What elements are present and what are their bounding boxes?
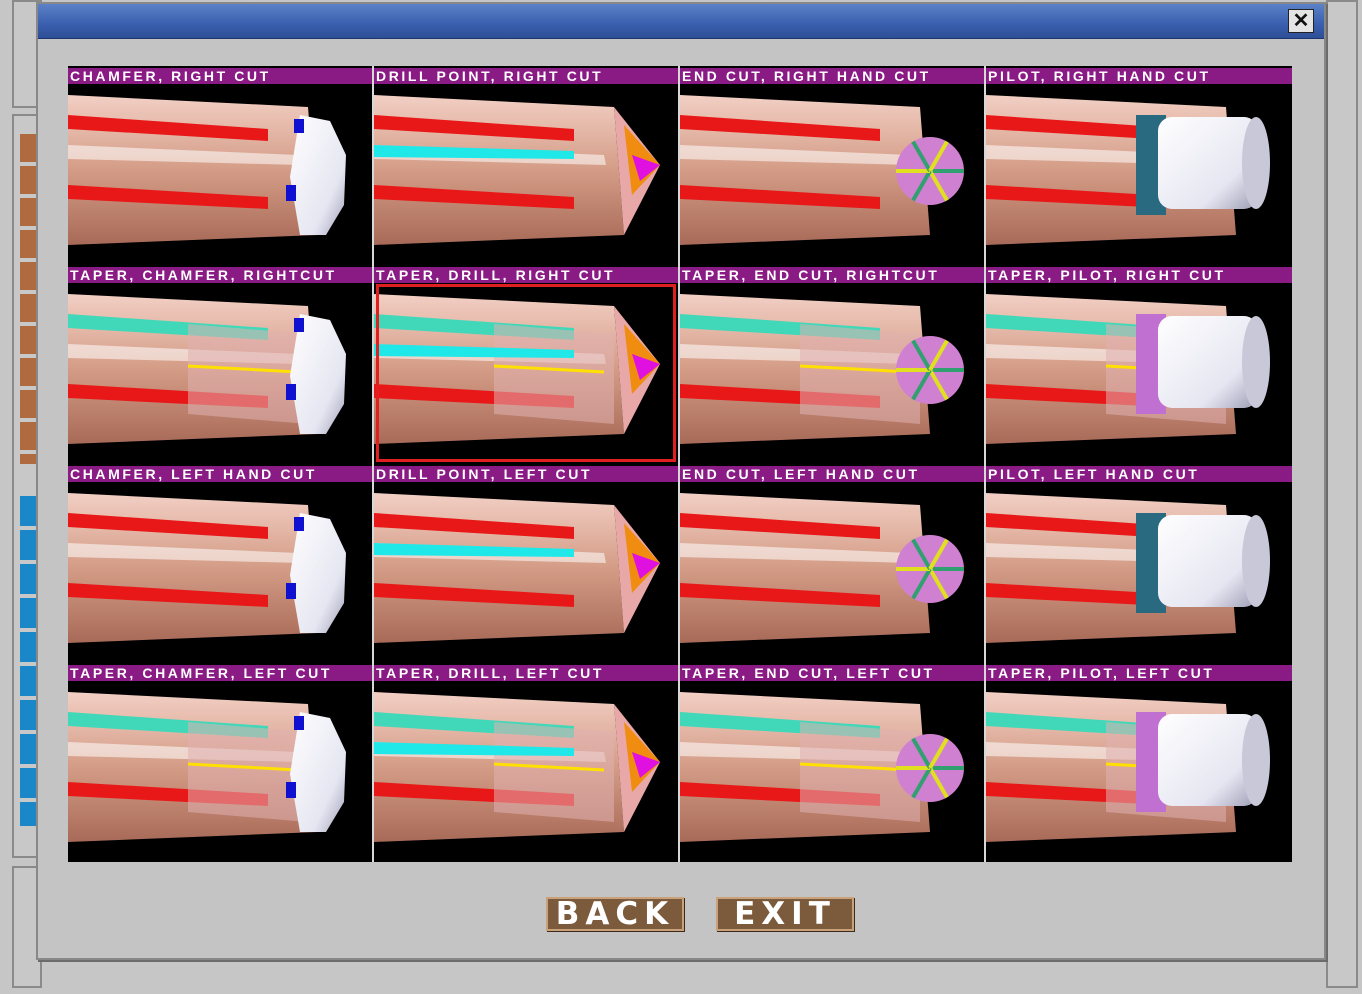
tool-render-image [986, 294, 1270, 444]
tool-render-image [68, 493, 346, 643]
background-orange-list [20, 134, 36, 464]
back-button[interactable]: BACK [546, 897, 684, 931]
tool-option-label: DRILL POINT, RIGHT CUT [374, 68, 678, 84]
tool-option-drill[interactable]: DRILL POINT, LEFT CUT [374, 464, 680, 663]
tool-option-endcut-taper[interactable]: TAPER, END CUT, LEFT CUT [680, 663, 986, 862]
tool-option-label: PILOT, RIGHT HAND CUT [986, 68, 1292, 84]
tool-option-label: DRILL POINT, LEFT CUT [374, 466, 678, 482]
tool-option-chamfer[interactable]: CHAMFER, LEFT HAND CUT [68, 464, 374, 663]
tool-option-label: END CUT, LEFT HAND CUT [680, 466, 984, 482]
exit-button[interactable]: EXIT [716, 897, 854, 931]
tool-render-image [68, 95, 346, 245]
close-icon: ✕ [1292, 10, 1310, 32]
tool-option-label: TAPER, CHAMFER, LEFT CUT [68, 665, 372, 681]
tool-render-image [374, 692, 660, 842]
tool-selection-dialog: ✕ CHAMFER, RIGHT CUT DRILL POINT, RIGHT … [36, 2, 1326, 960]
tool-render-image [68, 294, 346, 444]
tool-option-label: TAPER, DRILL, RIGHT CUT [374, 267, 678, 283]
background-window-right [1326, 0, 1358, 988]
tool-render-image [68, 692, 346, 842]
tool-render-image [986, 692, 1270, 842]
tool-option-label: TAPER, CHAMFER, RIGHTCUT [68, 267, 372, 283]
tool-option-label: END CUT, RIGHT HAND CUT [680, 68, 984, 84]
tool-render-image [680, 294, 964, 444]
tool-render-image [680, 692, 964, 842]
tool-option-pilot[interactable]: PILOT, RIGHT HAND CUT [986, 66, 1292, 265]
tool-render-image [374, 95, 660, 245]
tool-render-image [374, 493, 660, 643]
background-blue-list [20, 496, 36, 826]
tool-option-endcut[interactable]: END CUT, RIGHT HAND CUT [680, 66, 986, 265]
tool-option-label: CHAMFER, LEFT HAND CUT [68, 466, 372, 482]
close-button[interactable]: ✕ [1288, 9, 1314, 33]
tool-option-label: CHAMFER, RIGHT CUT [68, 68, 372, 84]
dialog-titlebar: ✕ [38, 4, 1324, 39]
tool-render-image [374, 294, 660, 444]
tool-render-image [986, 95, 1270, 245]
tool-option-label: TAPER, PILOT, LEFT CUT [986, 665, 1292, 681]
tool-option-endcut-taper[interactable]: TAPER, END CUT, RIGHTCUT [680, 265, 986, 464]
tool-option-label: PILOT, LEFT HAND CUT [986, 466, 1292, 482]
tool-render-image [680, 493, 964, 643]
tool-option-chamfer-taper[interactable]: TAPER, CHAMFER, LEFT CUT [68, 663, 374, 862]
tool-render-image [680, 95, 964, 245]
tool-option-chamfer-taper[interactable]: TAPER, CHAMFER, RIGHTCUT [68, 265, 374, 464]
tool-option-drill-taper[interactable]: TAPER, DRILL, LEFT CUT [374, 663, 680, 862]
tool-option-drill-taper[interactable]: TAPER, DRILL, RIGHT CUT [374, 265, 680, 464]
tool-option-label: TAPER, PILOT, RIGHT CUT [986, 267, 1292, 283]
tool-option-endcut[interactable]: END CUT, LEFT HAND CUT [680, 464, 986, 663]
tool-option-pilot-taper[interactable]: TAPER, PILOT, LEFT CUT [986, 663, 1292, 862]
tool-option-chamfer[interactable]: CHAMFER, RIGHT CUT [68, 66, 374, 265]
tool-grid: CHAMFER, RIGHT CUT DRILL POINT, RIGHT CU… [68, 66, 1292, 862]
tool-option-pilot-taper[interactable]: TAPER, PILOT, RIGHT CUT [986, 265, 1292, 464]
tool-option-label: TAPER, END CUT, RIGHTCUT [680, 267, 984, 283]
tool-option-label: TAPER, END CUT, LEFT CUT [680, 665, 984, 681]
tool-option-pilot[interactable]: PILOT, LEFT HAND CUT [986, 464, 1292, 663]
tool-option-drill[interactable]: DRILL POINT, RIGHT CUT [374, 66, 680, 265]
tool-option-label: TAPER, DRILL, LEFT CUT [374, 665, 678, 681]
tool-render-image [986, 493, 1270, 643]
